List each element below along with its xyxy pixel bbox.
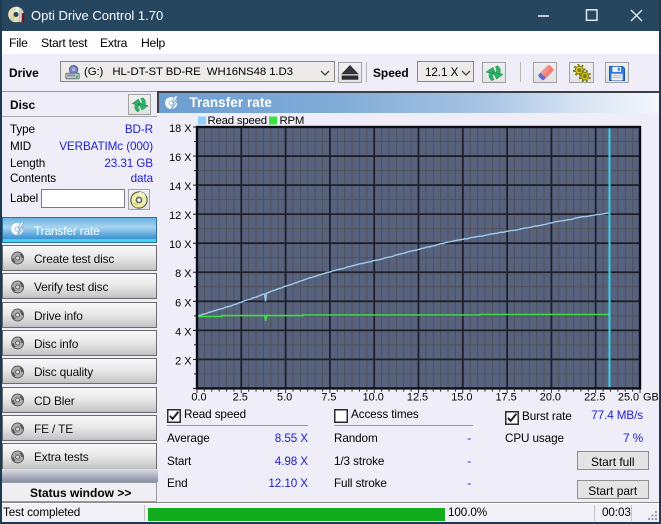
svg-text:7.5: 7.5 [321, 391, 336, 403]
svg-text:12.5: 12.5 [407, 391, 428, 403]
svg-text:22.5: 22.5 [584, 391, 605, 403]
svg-text:10 X: 10 X [169, 239, 192, 251]
svg-text:GB: GB [643, 391, 659, 403]
svg-text:14 X: 14 X [169, 181, 192, 193]
svg-text:RPM: RPM [280, 115, 305, 127]
svg-text:2.5: 2.5 [233, 391, 248, 403]
svg-text:2 X: 2 X [175, 355, 192, 367]
svg-text:17.5: 17.5 [495, 391, 516, 403]
svg-text:4 X: 4 X [175, 326, 192, 338]
svg-text:5.0: 5.0 [277, 391, 292, 403]
svg-text:10.0: 10.0 [363, 391, 384, 403]
svg-text:6 X: 6 X [175, 297, 192, 309]
svg-text:20.0: 20.0 [540, 391, 561, 403]
svg-text:25.0: 25.0 [618, 391, 639, 403]
svg-text:12 X: 12 X [169, 210, 192, 222]
svg-text:16 X: 16 X [169, 152, 192, 164]
svg-text:8 X: 8 X [175, 268, 192, 280]
svg-text:Read speed: Read speed [208, 115, 267, 127]
svg-text:0.0: 0.0 [191, 391, 206, 403]
svg-text:18 X: 18 X [169, 123, 192, 135]
svg-text:15.0: 15.0 [451, 391, 472, 403]
